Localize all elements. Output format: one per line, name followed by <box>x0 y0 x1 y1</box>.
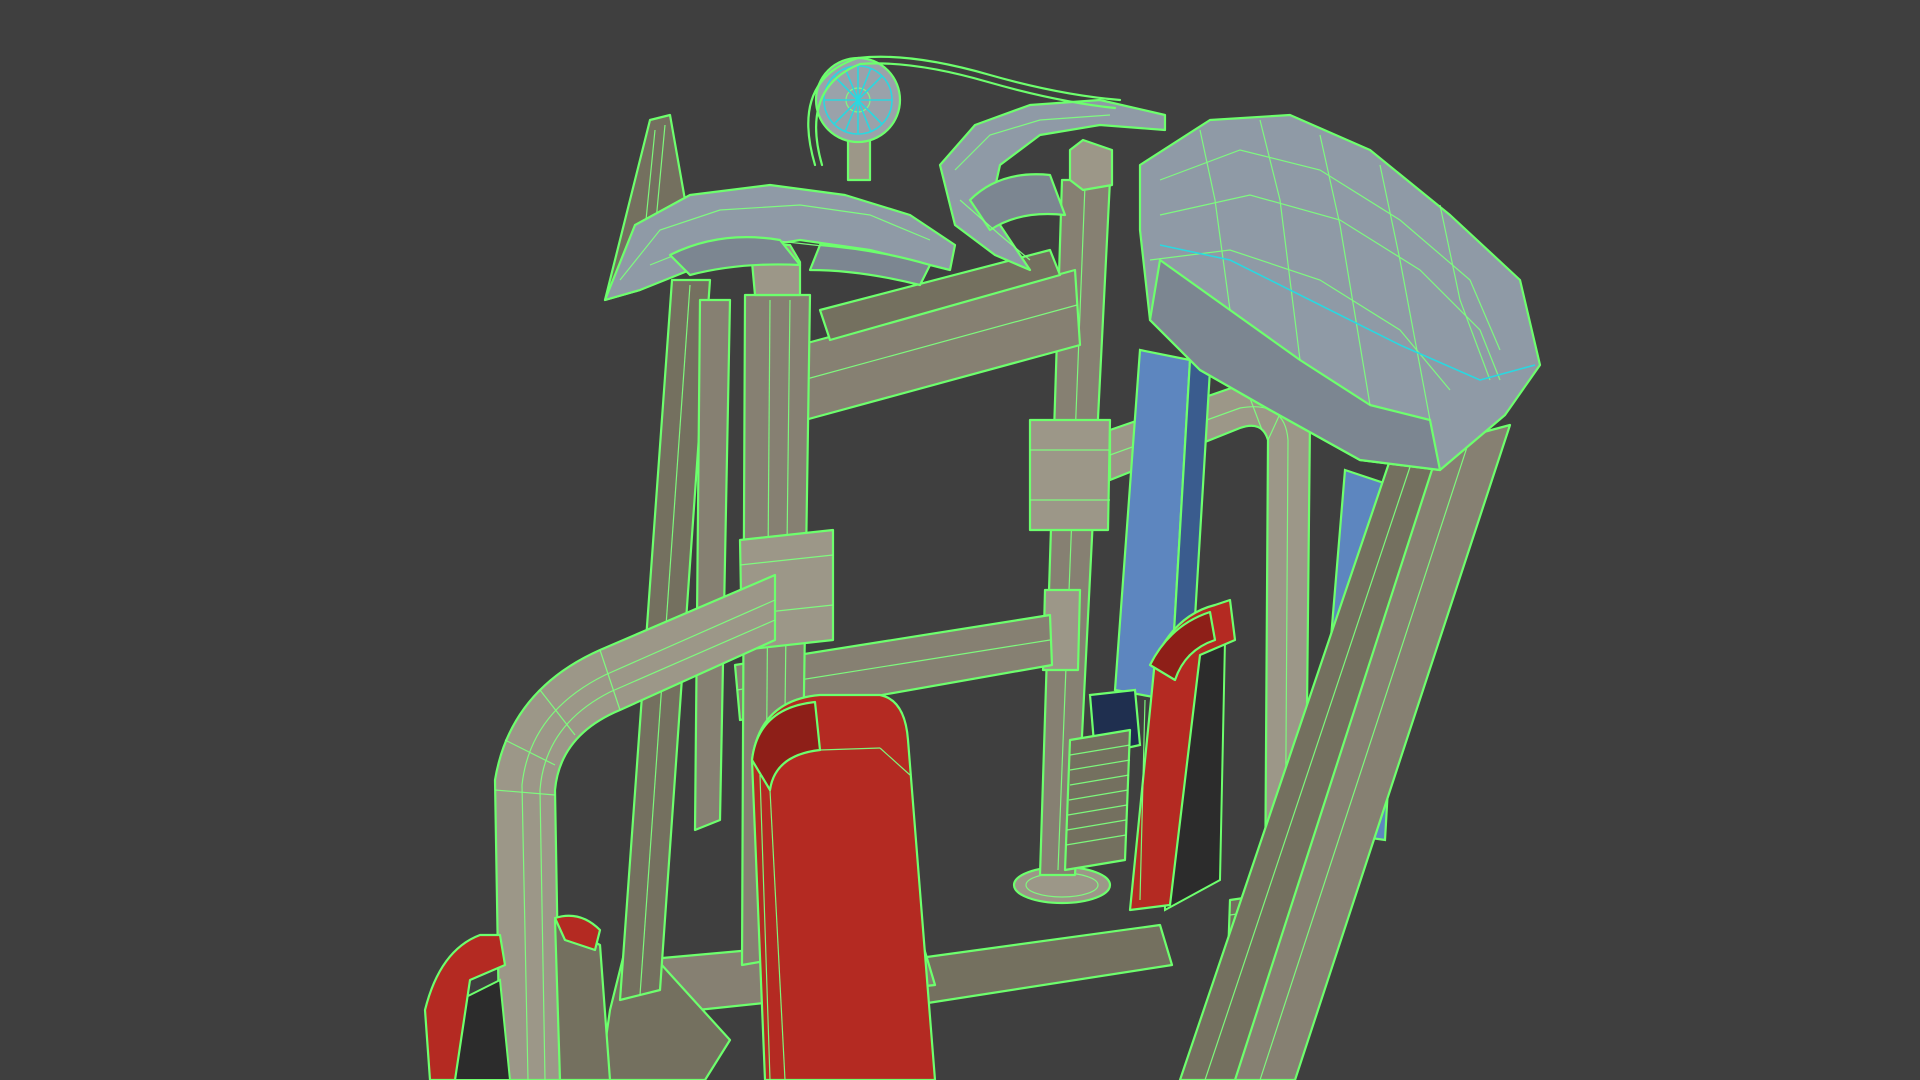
right-pulley-cam <box>938 98 1167 272</box>
wireframe-model[interactable] <box>0 0 1920 1080</box>
3d-viewport[interactable] <box>0 0 1920 1080</box>
upper-crossbar <box>798 248 1082 422</box>
front-seat-pad <box>750 693 937 1080</box>
